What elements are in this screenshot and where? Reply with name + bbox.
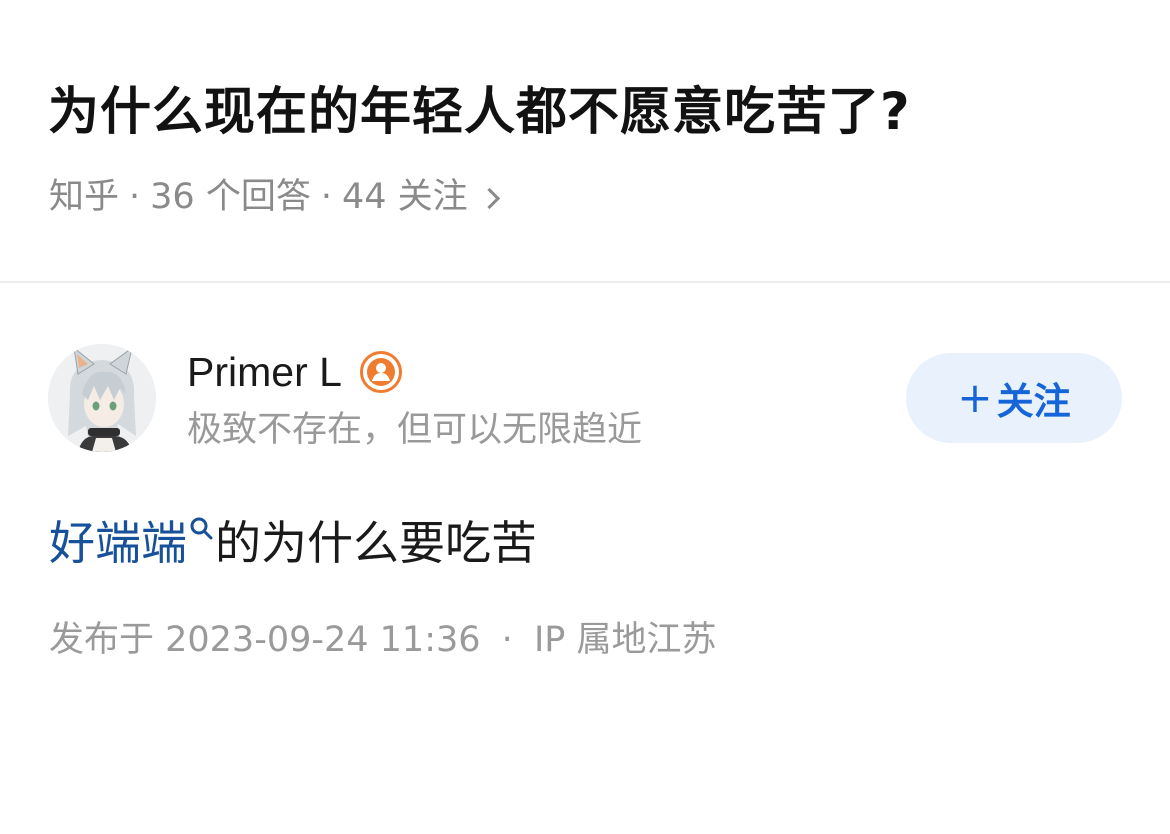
answer-link-text: 好端端 (49, 516, 187, 570)
chevron-right-icon (478, 187, 500, 209)
follow-button[interactable]: + 关注 (906, 353, 1122, 443)
meta-separator: · (320, 177, 332, 217)
search-keyword-link[interactable]: 好端端 (49, 510, 215, 576)
source-label: 知乎 (49, 177, 120, 217)
plus-icon: + (957, 372, 993, 422)
avatar-image (48, 344, 156, 452)
publish-time: 发布于 2023-09-24 11:36 (49, 620, 481, 660)
section-divider (0, 281, 1170, 283)
question-title[interactable]: 为什么现在的年轻人都不愿意吃苦了? (48, 78, 1128, 148)
user-badge-icon[interactable] (359, 351, 402, 393)
follow-button-label: 关注 (996, 380, 1071, 423)
answers-count: 36 个回答 (150, 177, 311, 217)
publish-separator: · (501, 620, 513, 660)
badge-person-glyph (366, 358, 395, 386)
followers-count: 44 关注 (341, 177, 468, 217)
meta-separator: · (129, 177, 141, 217)
question-meta[interactable]: 知乎 · 36 个回答 · 44 关注 (49, 174, 500, 220)
answer-text: 的为什么要吃苦 (215, 516, 537, 570)
publish-info: 发布于 2023-09-24 11:36 · IP 属地江苏 (49, 617, 717, 663)
author-name-row[interactable]: Primer L (187, 346, 402, 398)
author-bio: 极致不存在，但可以无限趋近 (187, 410, 643, 450)
search-icon (190, 517, 213, 540)
ip-location: IP 属地江苏 (533, 620, 717, 660)
answer-page: 为什么现在的年轻人都不愿意吃苦了? 知乎 · 36 个回答 · 44 关注 Pr… (0, 0, 1170, 834)
answer-content[interactable]: 好端端 的为什么要吃苦 (49, 510, 537, 576)
author-name[interactable]: Primer L (187, 349, 342, 396)
avatar[interactable] (48, 344, 156, 452)
